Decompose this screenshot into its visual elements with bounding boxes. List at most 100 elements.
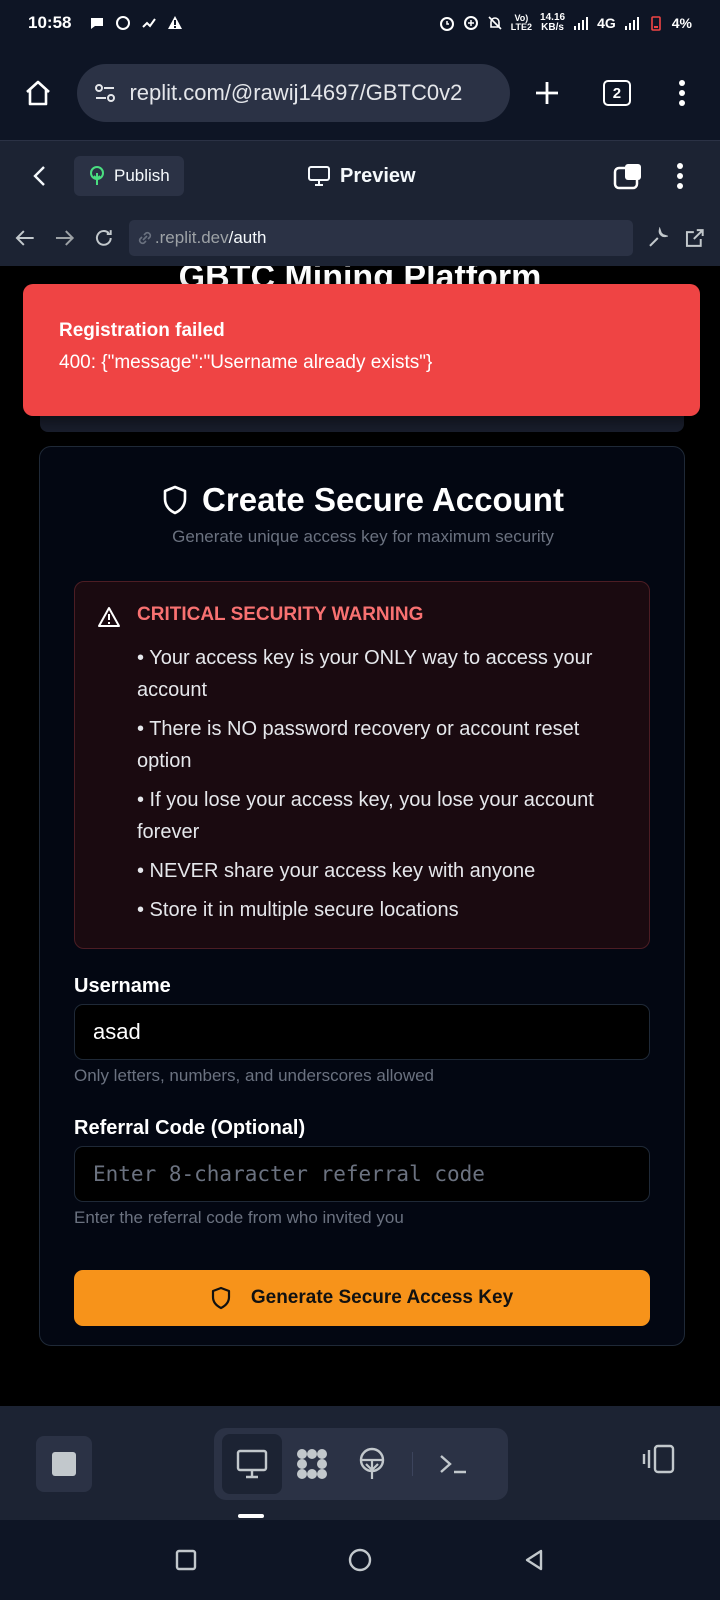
card-title-text: Create Secure Account <box>202 481 564 518</box>
missed-call-icon <box>142 18 157 28</box>
tool-switcher <box>214 1428 508 1500</box>
home-icon <box>25 80 50 106</box>
referral-hint: Enter the referral code from who invited… <box>74 1208 404 1227</box>
panes-icon <box>613 164 641 190</box>
arrow-right-icon[interactable] <box>54 228 76 248</box>
username-hint: Only letters, numbers, and underscores a… <box>74 1066 435 1085</box>
toolbar-divider <box>412 1452 413 1476</box>
battery-low-icon <box>650 16 661 31</box>
preview-tool-button[interactable] <box>222 1434 282 1494</box>
arrow-left-icon[interactable] <box>14 228 36 248</box>
alert-icon <box>168 16 183 29</box>
deploy-tree-icon <box>90 165 104 185</box>
volte-icon: Vo) LTE2 <box>510 13 533 32</box>
tab-count: 2 <box>602 80 631 106</box>
card-subtitle: Generate unique access key for maximum s… <box>172 527 554 546</box>
back-button[interactable] <box>20 156 60 196</box>
generate-key-label: Generate Secure Access Key <box>250 1287 514 1308</box>
register-card: Create Secure Account Generate unique ac… <box>39 446 685 1346</box>
home-circle-icon[interactable] <box>347 1547 373 1573</box>
stop-button[interactable] <box>36 1436 92 1492</box>
toast-message: 400: {"message":"Username already exists… <box>59 352 433 373</box>
warning-item: • Your access key is your ONLY way to ac… <box>137 647 593 701</box>
new-tab-button[interactable] <box>528 73 567 113</box>
status-bar: 10:58 Vo) LTE2 14.16 KB/s 4G 4% <box>0 0 720 46</box>
active-tool-indicator <box>238 1514 264 1518</box>
battery-level: 4% <box>671 15 692 31</box>
referral-placeholder: Enter 8-character referral code <box>93 1162 485 1186</box>
alarm-icon <box>439 17 454 31</box>
shell-tool-button[interactable] <box>423 1434 483 1494</box>
mute-icon <box>488 16 502 30</box>
whatsapp-icon <box>116 16 131 30</box>
system-nav-bar <box>0 1520 720 1600</box>
chat-bubble-icon <box>91 18 104 29</box>
warning-item: • There is NO password recovery or accou… <box>137 718 580 772</box>
site-settings-icon <box>95 84 116 102</box>
sidebar-toggle-button[interactable] <box>642 1444 676 1479</box>
chevron-left-icon <box>33 165 45 186</box>
deploy-tool-button[interactable] <box>342 1434 402 1494</box>
more-vertical-icon <box>677 163 683 189</box>
warning-triangle-icon <box>98 607 120 627</box>
reload-icon[interactable] <box>93 227 115 249</box>
sidebar-icon <box>642 1444 675 1474</box>
webview-address-bar[interactable]: .replit.dev/auth <box>128 220 633 256</box>
network-type: 4G <box>597 15 616 31</box>
webview-navbar: .replit.dev/auth <box>0 210 720 266</box>
replit-header: Publish Preview <box>0 140 720 210</box>
address-domain: .replit.dev <box>154 228 229 247</box>
tab-switcher-button[interactable]: 2 <box>597 73 636 113</box>
monitor-icon <box>236 1449 268 1479</box>
warning-title: CRITICAL SECURITY WARNING <box>137 604 424 625</box>
stop-icon <box>52 1452 76 1476</box>
publish-label: Publish <box>114 165 170 185</box>
generate-key-button[interactable]: Generate Secure Access Key <box>74 1270 650 1326</box>
warning-item: • If you lose your access key, you lose … <box>137 789 594 843</box>
wrench-icon[interactable] <box>647 227 669 249</box>
shield-icon <box>163 485 187 515</box>
web-content: GBTC Mining Platform Registration failed… <box>0 266 720 1406</box>
address-path: /auth <box>228 228 267 247</box>
publish-button[interactable]: Publish <box>74 155 184 196</box>
deploy-tree-icon <box>359 1447 385 1479</box>
referral-input[interactable]: Enter 8-character referral code <box>74 1146 650 1202</box>
username-label: Username <box>74 975 171 997</box>
more-vertical-icon <box>679 80 686 106</box>
username-value: asad <box>93 1019 141 1044</box>
link-icon <box>138 231 152 245</box>
signal-icon <box>574 17 589 30</box>
username-input[interactable]: asad <box>74 1004 650 1060</box>
terminal-icon <box>440 1455 466 1474</box>
warning-list: • Your access key is your ONLY way to ac… <box>137 642 625 926</box>
security-warning: CRITICAL SECURITY WARNING • Your access … <box>74 581 650 949</box>
card-title: Create Secure Account <box>40 481 686 519</box>
url-bar[interactable]: replit.com/@rawij14697/GBTC0v2 <box>77 64 510 122</box>
preview-tab[interactable]: Preview <box>308 141 416 211</box>
net-speed: 14.16 KB/s <box>540 12 566 33</box>
monitor-icon <box>308 166 330 186</box>
warning-item: • NEVER share your access key with anyon… <box>137 860 536 882</box>
agent-icon <box>297 1449 327 1479</box>
url-text: replit.com/@rawij14697/GBTC0v2 <box>129 80 463 105</box>
preview-label: Preview <box>340 164 416 187</box>
referral-label: Referral Code (Optional) <box>74 1117 306 1139</box>
back-triangle-icon[interactable] <box>522 1548 546 1572</box>
agent-tool-button[interactable] <box>282 1434 342 1494</box>
error-toast[interactable]: Registration failed 400: {"message":"Use… <box>23 284 700 416</box>
browser-menu-button[interactable] <box>663 73 702 113</box>
panes-button[interactable] <box>608 156 648 196</box>
home-button[interactable] <box>18 73 57 113</box>
shield-icon <box>211 1286 230 1310</box>
warning-item: • Store it in multiple secure locations <box>137 899 459 921</box>
replit-menu-button[interactable] <box>660 156 700 196</box>
plus-icon <box>536 82 559 104</box>
recents-icon[interactable] <box>174 1548 198 1572</box>
replit-bottom-toolbar <box>0 1406 720 1520</box>
external-link-icon[interactable] <box>684 227 706 249</box>
status-time: 10:58 <box>28 13 72 32</box>
signal-icon-2 <box>624 17 639 30</box>
browser-toolbar: replit.com/@rawij14697/GBTC0v2 2 <box>0 46 720 140</box>
data-saver-icon <box>463 16 478 30</box>
toast-title: Registration failed <box>59 320 225 341</box>
